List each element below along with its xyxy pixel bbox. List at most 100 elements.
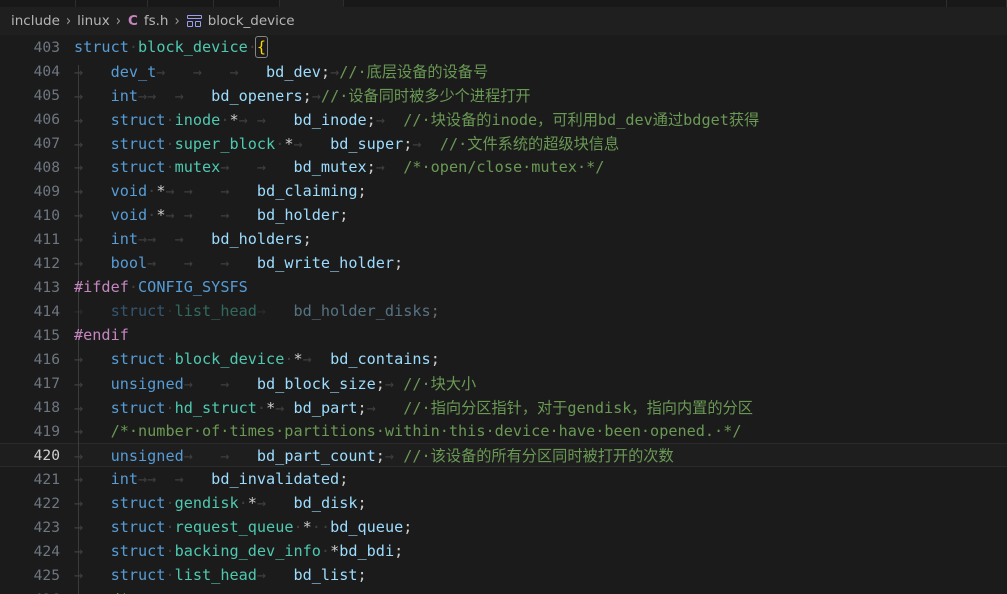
code-line-409[interactable]: 409 → void·*→ → → bd_claiming; [0,179,1007,203]
code-line-413[interactable]: 413 #ifdef·CONFIG_SYSFS [0,275,1007,299]
line-number[interactable]: 423 [0,519,74,536]
code-line-content[interactable]: → struct·list_head→ bd_holder_disks; [74,302,440,320]
code-line-content[interactable]: → unsigned→ → bd_part_count;→ //·该设备的所有分… [74,444,674,466]
line-number[interactable]: 425 [0,567,74,584]
line-number[interactable]: 424 [0,543,74,560]
code-token: /* [111,590,129,594]
code-line-content[interactable]: → struct·backing_dev_info·*bd_bdi; [74,542,403,560]
editor-tab-6[interactable] [883,0,947,7]
code-line-content[interactable]: → int→→ → bd_holders; [74,230,312,248]
code-line-content[interactable]: → void·*→ → → bd_holder; [74,206,348,224]
line-number[interactable]: 414 [0,303,74,320]
line-number[interactable]: 420 [0,447,74,464]
code-line-403[interactable]: 403 struct·block_device·{ [0,35,1007,59]
line-number[interactable]: 412 [0,255,74,272]
code-line-410[interactable]: 410 → void·*→ → → bd_holder; [0,203,1007,227]
line-number[interactable]: 405 [0,87,74,104]
code-line-414[interactable]: 414 → struct·list_head→ bd_holder_disks; [0,299,1007,323]
code-line-content[interactable]: → struct·gendisk·*→ bd_disk; [74,494,367,512]
code-line-content[interactable]: → struct·list_head→ bd_list; [74,566,367,584]
code-line-content[interactable]: → /*·number·of·times·partitions·within·t… [74,422,742,440]
code-line-content[interactable]: struct·block_device·{ [74,36,269,58]
breadcrumb-item-include[interactable]: include [10,13,61,29]
editor-tab-0[interactable] [0,0,76,7]
code-token: * [293,350,303,368]
code-token: →→ → [138,470,212,488]
breadcrumb-item-fs-h[interactable]: fs.h [143,13,170,29]
code-line-417[interactable]: 417 → unsigned→ → bd_block_size;→ //·块大小 [0,371,1007,395]
code-line-424[interactable]: 424 → struct·backing_dev_info·*bd_bdi; [0,539,1007,563]
line-number[interactable]: 408 [0,159,74,176]
code-line-406[interactable]: 406 → struct·inode·*→ → bd_inode;→ //·块设备… [0,107,1007,131]
line-number[interactable]: 409 [0,183,74,200]
code-token: //·该设备的所有分区同时被打开的次数 [403,447,674,465]
code-token: → [74,422,111,440]
code-line-422[interactable]: 422 → struct·gendisk·*→ bd_disk; [0,491,1007,515]
line-number[interactable]: 415 [0,327,74,344]
code-token: →→ → [138,230,212,248]
line-number[interactable]: 418 [0,399,74,416]
code-token: ·· [311,518,331,536]
editor-tab-2[interactable] [148,0,214,7]
line-number[interactable]: 417 [0,375,74,392]
code-token: → [74,375,111,393]
line-number[interactable]: 410 [0,207,74,224]
code-line-content[interactable]: → dev_t→ → → bd_dev;→//·底层设备的设备号 [74,60,488,82]
editor-tab-strip [0,0,1007,7]
editor-tab-1[interactable] [76,0,148,7]
code-token: bd_inode [293,111,367,129]
line-number[interactable]: 413 [0,279,74,296]
line-number[interactable]: 419 [0,423,74,440]
code-line-content[interactable]: → struct·hd_struct·*→ bd_part;→ //·指向分区指… [74,396,753,418]
breadcrumb-item-block_device[interactable]: block_device [207,13,296,29]
line-number[interactable]: 411 [0,231,74,248]
code-token: ; [302,230,312,248]
code-line-content[interactable]: → bool→ → → bd_write_holder; [74,254,403,272]
code-line-421[interactable]: 421 → int→→ → bd_invalidated; [0,467,1007,491]
code-token: unsigned [110,375,184,393]
code-line-425[interactable]: 425 → struct·list_head→ bd_list; [0,563,1007,587]
code-line-content[interactable]: #endif [74,326,129,344]
code-line-content[interactable]: → struct·block_device·*→ bd_contains; [74,350,440,368]
code-line-content[interactable]: → struct·inode·*→ → bd_inode;→ //·块设备的in… [74,108,759,130]
editor-tab-4[interactable] [280,0,344,7]
code-line-412[interactable]: 412 → bool→ → → bd_write_holder; [0,251,1007,275]
code-line-content[interactable]: → struct·mutex→ → bd_mutex;→ /*·open/clo… [74,158,604,176]
code-line-418[interactable]: 418 → struct·hd_struct·*→ bd_part;→ //·指向… [0,395,1007,419]
code-token: gendisk [174,494,239,512]
line-number[interactable]: 403 [0,39,74,56]
code-line-content[interactable]: → int→→ → bd_openers;→//·设备同时被多少个进程打开 [74,84,531,106]
code-line-416[interactable]: 416 → struct·block_device·*→ bd_contains; [0,347,1007,371]
line-number[interactable]: 407 [0,135,74,152]
code-token: → [74,111,111,129]
line-number[interactable]: 404 [0,63,74,80]
line-number[interactable]: 416 [0,351,74,368]
editor-tab-7[interactable] [947,0,1007,7]
line-number[interactable]: 406 [0,111,74,128]
code-line-408[interactable]: 408 → struct·mutex→ → bd_mutex;→ /*·open/… [0,155,1007,179]
code-line-405[interactable]: 405 → int→→ → bd_openers;→//·设备同时被多少个进程打开 [0,83,1007,107]
breadcrumb-item-linux[interactable]: linux [76,13,111,29]
code-line-426[interactable]: 426→ /* [0,587,1007,594]
code-line-content[interactable]: #ifdef·CONFIG_SYSFS [74,278,248,296]
code-line-407[interactable]: 407 → struct·super_block·*→ bd_super;→ //… [0,131,1007,155]
editor-tab-3[interactable] [214,0,280,7]
line-number[interactable]: 426 [0,591,74,594]
code-line-420[interactable]: 420 → unsigned→ → bd_part_count;→ //·该设备的… [0,443,1007,467]
code-line-415[interactable]: 415 #endif [0,323,1007,347]
code-line-411[interactable]: 411 → int→→ → bd_holders; [0,227,1007,251]
code-line-content[interactable]: → struct·request_queue·*··bd_queue; [74,518,412,536]
code-token: · [147,206,157,224]
code-token: * [302,518,312,536]
code-line-content[interactable]: → unsigned→ → bd_block_size;→ //·块大小 [74,372,476,394]
code-line-content[interactable]: → int→→ → bd_invalidated; [74,470,348,488]
code-line-content[interactable]: → struct·super_block·*→ bd_super;→ //·文件… [74,132,619,154]
code-line-content[interactable]: → /* [74,590,129,594]
code-line-419[interactable]: 419 → /*·number·of·times·partitions·withi… [0,419,1007,443]
code-line-423[interactable]: 423 → struct·request_queue·*··bd_queue; [0,515,1007,539]
line-number[interactable]: 421 [0,471,74,488]
code-editor[interactable]: 403 struct·block_device·{404 → dev_t→ → → … [0,35,1007,594]
code-line-404[interactable]: 404 → dev_t→ → → bd_dev;→//·底层设备的设备号 [0,59,1007,83]
line-number[interactable]: 422 [0,495,74,512]
code-line-content[interactable]: → void·*→ → → bd_claiming; [74,182,367,200]
